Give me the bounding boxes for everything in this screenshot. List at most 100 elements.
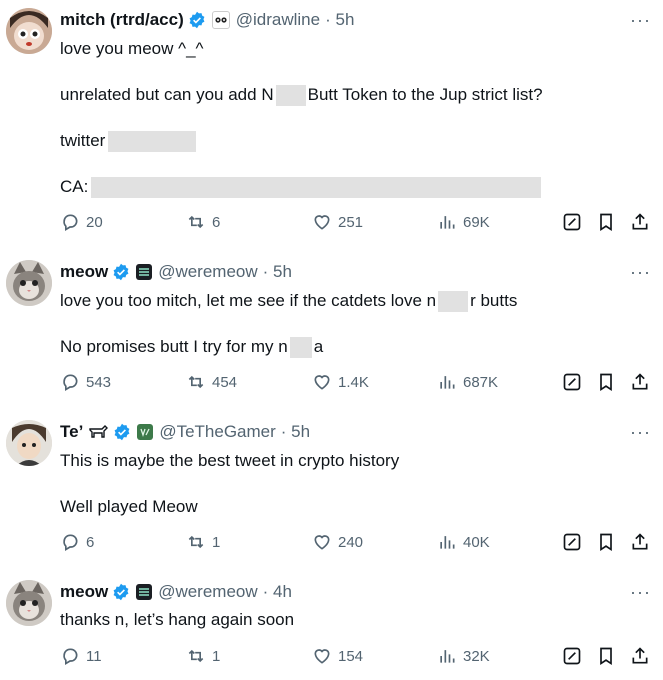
handle[interactable]: @TeTheGamer (159, 422, 275, 442)
text-fragment: r butts (470, 291, 518, 310)
repost-count: 1 (212, 647, 221, 665)
views-button[interactable]: 687K (437, 372, 498, 392)
reply-count: 6 (86, 533, 95, 551)
timestamp[interactable]: · 4h (263, 582, 292, 602)
tweet-text-line: Well played Meow (60, 497, 198, 516)
reply-button[interactable]: 543 (60, 372, 111, 392)
grok-icon[interactable] (562, 646, 582, 666)
bookmark-icon[interactable] (596, 212, 616, 232)
handle[interactable]: @weremeow (158, 582, 257, 602)
avatar[interactable] (6, 260, 52, 306)
repost-button[interactable]: 454 (186, 372, 237, 392)
affiliate-badge-icon (137, 424, 154, 440)
tweet[interactable]: Te’ @TeTheGamer · 5h ··· This is maybe t… (0, 412, 663, 572)
redaction-block (438, 291, 469, 313)
reply-button[interactable]: 20 (60, 212, 103, 232)
bookmark-icon[interactable] (596, 372, 616, 392)
text-fragment: a (313, 337, 324, 356)
views-button[interactable]: 69K (437, 212, 490, 232)
tweet-header: mitch (rtrd/acc) @idrawline · 5h (60, 10, 354, 30)
reply-button[interactable]: 6 (60, 532, 94, 552)
avatar[interactable] (6, 580, 52, 626)
share-icon[interactable] (630, 212, 650, 232)
avatar[interactable] (6, 420, 52, 466)
views-count: 687K (463, 373, 499, 391)
more-options-icon[interactable]: ··· (630, 10, 651, 31)
tweet-text-line: thanks n, let’s hang again soon (60, 610, 295, 629)
tweet-actions: 11 1 154 32K (60, 646, 650, 670)
redaction-block (275, 85, 306, 107)
repost-count: 454 (212, 373, 238, 391)
grok-icon[interactable] (562, 532, 582, 552)
affiliate-badge-icon (211, 11, 230, 29)
reply-button[interactable]: 11 (60, 646, 102, 666)
like-icon (314, 649, 330, 664)
like-button[interactable]: 240 (312, 532, 363, 552)
display-name[interactable]: meow (60, 262, 108, 282)
repost-button[interactable]: 6 (186, 212, 220, 232)
share-icon[interactable] (630, 646, 650, 666)
tweet-header: Te’ @TeTheGamer · 5h (60, 422, 310, 442)
redaction-block (91, 177, 542, 199)
repost-count: 1 (212, 533, 221, 551)
like-button[interactable]: 251 (312, 212, 363, 232)
views-icon (440, 650, 455, 663)
verified-badge-icon (113, 263, 129, 281)
handle[interactable]: @idrawline (236, 10, 320, 30)
reply-count: 11 (86, 647, 102, 665)
tweet-text-line: CA: (60, 176, 542, 199)
reply-icon (63, 214, 78, 231)
display-name[interactable]: meow (60, 582, 108, 602)
like-button[interactable]: 154 (312, 646, 363, 666)
redaction-block (289, 337, 312, 359)
repost-icon (188, 535, 204, 549)
tweet[interactable]: mitch (rtrd/acc) @idrawline · 5h ··· lov… (0, 0, 663, 250)
like-count: 251 (338, 213, 364, 231)
tweet-actions: 20 6 251 69K (60, 212, 650, 236)
bookmark-icon[interactable] (596, 532, 616, 552)
repost-icon (188, 649, 204, 663)
jupiter-affiliate-icon (136, 584, 153, 600)
repost-icon (188, 375, 204, 389)
handle[interactable]: @weremeow (158, 262, 257, 282)
tweet-actions: 543 454 1.4K 687K (60, 372, 650, 396)
reply-count: 543 (86, 373, 112, 391)
timestamp[interactable]: · 5h (263, 262, 292, 282)
views-icon (440, 536, 455, 549)
grok-icon[interactable] (562, 212, 582, 232)
reply-count: 20 (86, 213, 103, 231)
tweet-header: meow @weremeow · 4h (60, 582, 292, 602)
share-icon[interactable] (630, 372, 650, 392)
like-count: 154 (338, 647, 364, 665)
timestamp[interactable]: · 5h (281, 422, 310, 442)
views-button[interactable]: 40K (437, 532, 490, 552)
like-count: 240 (338, 533, 364, 551)
tweet[interactable]: meow @weremeow · 4h ··· thanks n, let’s … (0, 572, 663, 680)
tweet-text-line: love you meow ^_^ (60, 39, 204, 58)
like-icon (314, 215, 330, 230)
verified-badge-icon (113, 583, 129, 601)
bookmark-icon[interactable] (596, 646, 616, 666)
display-name[interactable]: mitch (rtrd/acc) (60, 10, 184, 30)
tweet-header: meow @weremeow · 5h (60, 262, 292, 282)
tweet[interactable]: meow @weremeow · 5h ··· love you too mit… (0, 252, 663, 412)
more-options-icon[interactable]: ··· (630, 262, 651, 283)
views-button[interactable]: 32K (437, 646, 490, 666)
text-fragment: love you too mitch, let me see if the ca… (60, 291, 437, 310)
grok-icon[interactable] (562, 372, 582, 392)
timestamp[interactable]: · 5h (325, 10, 354, 30)
views-icon (440, 376, 455, 389)
more-options-icon[interactable]: ··· (630, 582, 651, 603)
repost-button[interactable]: 1 (186, 532, 220, 552)
views-count: 69K (463, 213, 490, 231)
like-icon (314, 375, 330, 390)
like-icon (314, 535, 330, 550)
like-count: 1.4K (338, 373, 369, 391)
avatar[interactable] (6, 8, 52, 54)
text-fragment: unrelated but can you add N (60, 85, 274, 104)
share-icon[interactable] (630, 532, 650, 552)
like-button[interactable]: 1.4K (312, 372, 369, 392)
display-name[interactable]: Te’ (60, 422, 83, 442)
repost-button[interactable]: 1 (186, 646, 220, 666)
more-options-icon[interactable]: ··· (630, 422, 651, 443)
